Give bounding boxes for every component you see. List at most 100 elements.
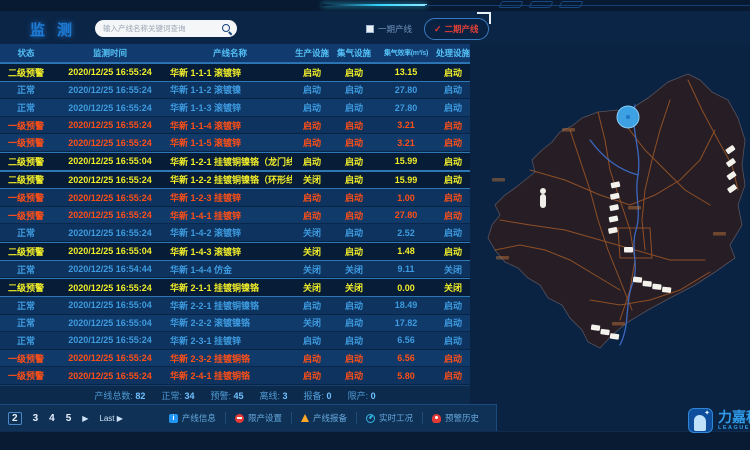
alarm-icon <box>432 414 441 423</box>
next-page-icon[interactable]: ▶ <box>82 414 88 423</box>
cell-name: 华新 1-4-2 滚镀锌 <box>168 226 292 239</box>
info-icon <box>169 414 178 423</box>
table-row[interactable]: 一级预警2020/12/25 16:55:24华新 2-4-1 挂镀铜铬启动启动… <box>0 367 470 385</box>
cell-gas: 启动 <box>332 66 376 79</box>
cell-treat: 启动 <box>436 352 470 365</box>
table-row[interactable]: 二级预警2020/12/25 16:55:04华新 1-4-3 滚镀锌关闭启动1… <box>0 242 470 261</box>
cell-name: 华新 1-1-2 滚镀镍 <box>168 83 292 96</box>
decor-rect <box>558 1 583 8</box>
cell-name: 华新 1-2-3 挂镀锌 <box>168 191 292 204</box>
cell-eff: 6.56 <box>376 353 436 363</box>
cell-treat: 关闭 <box>436 263 470 276</box>
cell-status: 正常 <box>0 101 52 114</box>
legend-label: 实时工况 <box>379 412 413 424</box>
table-row[interactable]: 正常2020/12/25 16:55:24华新 1-1-2 滚镀镍启动启动27.… <box>0 82 470 100</box>
gauge-icon <box>366 414 375 423</box>
page-button-3[interactable]: 3 <box>33 413 39 424</box>
pagination: 2345 ▶ Last ▶ <box>8 412 123 425</box>
table-row[interactable]: 正常2020/12/25 16:55:04华新 2-2-1 挂镀铜镍铬启动启动1… <box>0 297 470 315</box>
cell-treat: 启动 <box>436 369 470 382</box>
check-icon: ✓ <box>434 24 442 35</box>
table-row[interactable]: 一级预警2020/12/25 16:55:24华新 1-1-5 滚镀锌启动启动3… <box>0 134 470 152</box>
legend-label: 产线报备 <box>313 412 347 424</box>
table-row[interactable]: 正常2020/12/25 16:55:24华新 2-3-1 挂镀锌启动启动6.5… <box>0 332 470 350</box>
cell-name: 华新 2-4-1 挂镀铜铬 <box>168 369 292 382</box>
legend-button-alarm[interactable]: 预警历史 <box>422 412 488 424</box>
search-input[interactable] <box>103 24 221 33</box>
table-rows: 二级预警2020/12/25 16:55:24华新 1-1-1 滚镀锌启动启动1… <box>0 63 470 385</box>
cell-gas: 关闭 <box>332 281 376 294</box>
cell-status: 正常 <box>0 334 52 347</box>
cell-eff: 9.11 <box>376 264 436 274</box>
cell-prod: 启动 <box>292 369 332 382</box>
cell-gas: 启动 <box>332 334 376 347</box>
summary-item: 报备: 0 <box>304 389 332 402</box>
table-row[interactable]: 一级预警2020/12/25 16:55:24华新 2-3-2 挂镀铜铬启动启动… <box>0 350 470 368</box>
cell-status: 正常 <box>0 316 52 329</box>
cell-prod: 启动 <box>292 155 332 168</box>
cell-gas: 启动 <box>332 369 376 382</box>
footer-bar: 2345 ▶ Last ▶ 产线信息限产设置 产线报备 实时工况预警历史 <box>0 404 497 431</box>
cell-gas: 启动 <box>332 136 376 149</box>
summary-bar: 产线总数: 82正常: 34预警: 45离线: 3报备: 0限产: 0 <box>0 385 470 404</box>
cell-status: 一级预警 <box>0 209 52 222</box>
table-row[interactable]: 一级预警2020/12/25 16:55:24华新 1-4-1 挂镀锌启动启动2… <box>0 207 470 225</box>
table-row[interactable]: 二级预警2020/12/25 16:55:24华新 1-2-2 挂镀铜镍铬（环形… <box>0 171 470 190</box>
cell-status: 一级预警 <box>0 191 52 204</box>
search-icon[interactable] <box>221 23 233 35</box>
legend-buttons: 产线信息限产设置 产线报备 实时工况预警历史 <box>160 412 488 424</box>
page-button-4[interactable]: 4 <box>49 413 55 424</box>
page-button-2[interactable]: 2 <box>8 412 22 425</box>
map-panel[interactable] <box>470 44 750 404</box>
cell-time: 2020/12/25 16:55:24 <box>52 67 168 77</box>
highlight-circle-marker[interactable] <box>617 106 639 128</box>
cell-eff: 18.49 <box>376 300 436 310</box>
cell-gas: 启动 <box>332 226 376 239</box>
cell-treat: 启动 <box>436 316 470 329</box>
legend-label: 产线信息 <box>182 412 216 424</box>
legend-button-gauge[interactable]: 实时工况 <box>356 412 422 424</box>
cell-eff: 1.00 <box>376 193 436 203</box>
cell-name: 华新 1-1-3 滚镀锌 <box>168 101 292 114</box>
table-row[interactable]: 正常2020/12/25 16:55:24华新 1-1-3 滚镀锌启动启动27.… <box>0 99 470 117</box>
cell-eff: 3.21 <box>376 120 436 130</box>
column-header-gas: 集气设施 <box>332 47 376 59</box>
cell-gas: 启动 <box>332 101 376 114</box>
cell-time: 2020/12/25 16:55:24 <box>52 103 168 113</box>
table-row[interactable]: 二级预警2020/12/25 16:55:24华新 2-1-1 挂镀铜镍铬关闭关… <box>0 278 470 297</box>
cell-name: 华新 1-2-1 挂镀铜镍铬（龙门线） <box>168 155 292 168</box>
cell-prod: 启动 <box>292 66 332 79</box>
table-row[interactable]: 正常2020/12/25 16:54:44华新 1-4-4 仿金关闭关闭9.11… <box>0 261 470 279</box>
cell-name: 华新 2-2-1 挂镀铜镍铬 <box>168 299 292 312</box>
table-row[interactable]: 一级预警2020/12/25 16:55:24华新 1-2-3 挂镀锌启动启动1… <box>0 189 470 207</box>
decor-rect <box>498 1 523 8</box>
column-header-status: 状态 <box>0 47 52 59</box>
glow-line-decor <box>322 4 427 6</box>
phase1-checkbox[interactable]: 一期产线 <box>366 23 412 35</box>
legend-button-info[interactable]: 产线信息 <box>160 412 225 424</box>
legend-button-triangle[interactable]: 产线报备 <box>291 412 356 424</box>
cell-prod: 启动 <box>292 83 332 96</box>
cell-treat: 启动 <box>436 101 470 114</box>
table-row[interactable]: 正常2020/12/25 16:55:24华新 1-4-2 滚镀锌关闭启动2.5… <box>0 224 470 242</box>
last-page-button[interactable]: Last ▶ <box>99 414 123 423</box>
cell-prod: 启动 <box>292 299 332 312</box>
table-row[interactable]: 正常2020/12/25 16:55:04华新 2-2-2 滚镀镍铬关闭启动17… <box>0 315 470 333</box>
cell-eff: 15.99 <box>376 156 436 166</box>
cell-prod: 关闭 <box>292 263 332 276</box>
cell-time: 2020/12/25 16:55:24 <box>52 193 168 203</box>
legend-button-no-entry[interactable]: 限产设置 <box>225 412 291 424</box>
cell-prod: 启动 <box>292 209 332 222</box>
summary-item: 正常: 34 <box>161 389 194 402</box>
cell-time: 2020/12/25 16:55:04 <box>52 300 168 310</box>
table-row[interactable]: 二级预警2020/12/25 16:55:04华新 1-2-1 挂镀铜镍铬（龙门… <box>0 152 470 171</box>
cell-time: 2020/12/25 16:55:04 <box>52 318 168 328</box>
cell-treat: 启动 <box>436 119 470 132</box>
table-row[interactable]: 一级预警2020/12/25 16:55:24华新 1-1-4 滚镀锌启动启动3… <box>0 117 470 135</box>
cell-status: 正常 <box>0 263 52 276</box>
corner-bracket-decor <box>477 12 491 24</box>
cell-prod: 关闭 <box>292 226 332 239</box>
page-button-5[interactable]: 5 <box>66 413 72 424</box>
table-row[interactable]: 二级预警2020/12/25 16:55:24华新 1-1-1 滚镀锌启动启动1… <box>0 63 470 82</box>
column-header-prod: 生产设施 <box>292 47 332 59</box>
